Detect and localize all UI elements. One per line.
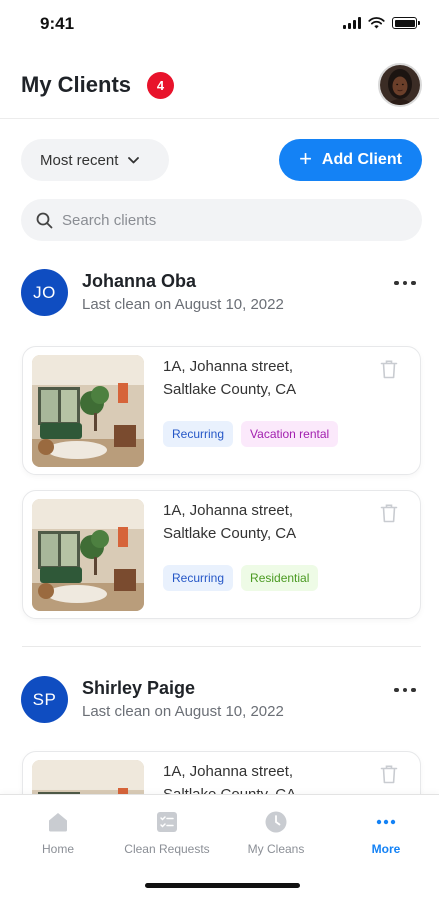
nav-item-clean-requests[interactable]: Clean Requests [112,809,222,856]
add-client-label: Add Client [321,151,402,168]
sort-dropdown[interactable]: Most recent [21,139,169,181]
home-indicator [145,883,300,888]
client-name[interactable]: Shirley Paige [82,678,195,699]
nav-item-my-cleans[interactable]: My Cleans [221,809,331,856]
trash-icon[interactable] [380,359,398,379]
section-divider [22,646,421,647]
search-icon [36,212,53,228]
trash-icon[interactable] [380,764,398,784]
page-title: My Clients [21,72,132,97]
nav-label: My Cleans [247,842,305,856]
nav-item-home[interactable]: Home [3,809,113,856]
search-bar[interactable] [21,199,422,241]
checklist-icon [157,812,177,832]
tag-residential: Residential [241,565,319,591]
add-client-button[interactable]: + Add Client [279,139,422,181]
user-avatar[interactable] [378,63,422,107]
wifi-icon [368,17,385,29]
more-options-icon[interactable] [394,685,418,695]
property-card[interactable]: 1A, Johanna street, Saltlake County, CA … [22,490,421,619]
more-icon [376,819,396,825]
property-card[interactable]: 1A, Johanna street, Saltlake County, CA … [22,346,421,475]
nav-item-more[interactable]: More [331,809,439,856]
nav-label: More [371,842,401,856]
property-tags: Recurring Vacation rental [163,421,339,447]
property-address: 1A, Johanna street, Saltlake County, CA [163,358,297,398]
plus-icon: + [299,146,312,171]
client-last-clean: Last clean on August 10, 2022 [82,296,284,313]
app-header: My Clients 4 [0,55,439,119]
client-name[interactable]: Johanna Oba [82,271,196,292]
search-input[interactable] [62,211,392,229]
property-card[interactable]: 1A, Johanna street, Saltlake County, CA [22,751,421,794]
nav-label: Clean Requests [124,842,210,856]
property-image [32,499,144,611]
client-avatar: JO [21,269,68,316]
tag-recurring: Recurring [163,565,234,591]
client-count-badge: 4 [147,72,174,99]
client-last-clean: Last clean on August 10, 2022 [82,703,284,720]
property-tags: Recurring Residential [163,565,319,591]
home-icon [49,813,67,832]
nav-label: Home [41,842,74,856]
more-options-icon[interactable] [394,278,418,288]
trash-icon[interactable] [380,503,398,523]
chevron-down-icon [128,156,140,163]
tag-recurring: Recurring [163,421,234,447]
avatar-photo [380,65,420,105]
property-address: 1A, Johanna street, Saltlake County, CA [163,763,296,794]
client-avatar: SP [21,676,68,723]
client-section: SP Shirley Paige Last clean on August 10… [0,670,439,794]
client-section: JO Johanna Oba Last clean on August 10, … [0,263,439,643]
signal-icon [343,17,361,29]
clock-icon [265,811,287,833]
battery-icon [392,17,420,29]
property-image [32,760,144,794]
tag-vacation-rental: Vacation rental [241,421,339,447]
status-time: 9:41 [40,14,75,33]
sort-dropdown-label: Most recent [40,151,119,169]
status-icons [343,17,420,29]
property-image [32,355,144,467]
property-address: 1A, Johanna street, Saltlake County, CA [163,502,297,542]
status-bar: 9:41 [0,0,439,50]
